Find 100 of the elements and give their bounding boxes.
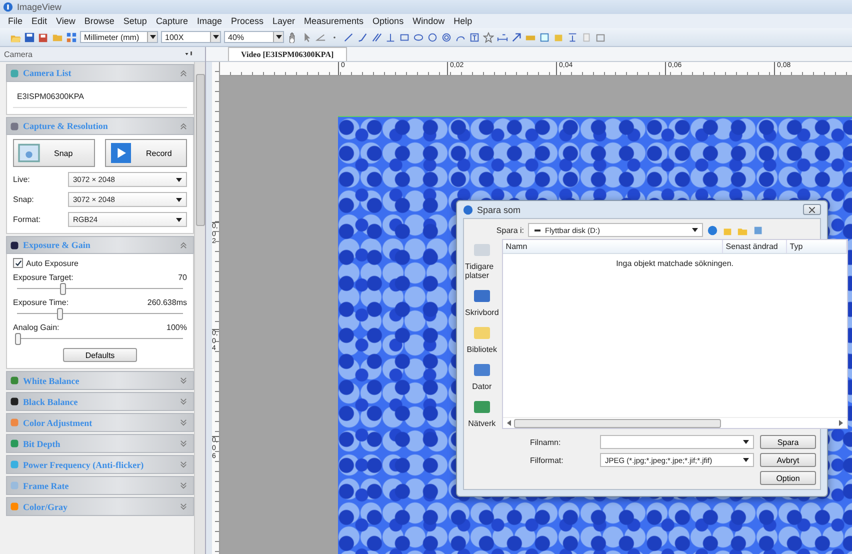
menu-item[interactable]: View [56, 16, 76, 26]
polyline-icon[interactable] [357, 32, 368, 42]
menu-item[interactable]: Capture [156, 16, 188, 26]
caret-icon [276, 35, 282, 39]
section-icon [10, 376, 19, 385]
place-item[interactable]: Tidigare platser [464, 241, 500, 281]
caret-icon [212, 35, 218, 39]
section-icon [10, 68, 19, 78]
section-icon [10, 397, 19, 406]
slider-thumb[interactable] [15, 333, 21, 345]
section-icon [10, 481, 19, 490]
snap-button[interactable]: Snap [13, 139, 95, 167]
option-button[interactable]: Option [760, 471, 816, 485]
unit-select[interactable]: Millimeter (mm) [80, 31, 158, 43]
dialog-title: Spara som [477, 204, 522, 214]
column-header[interactable]: Namn [502, 240, 723, 253]
caret-icon [176, 178, 182, 182]
menu-item[interactable]: File [8, 16, 23, 26]
caret-icon [743, 458, 749, 462]
field-label: Format: [13, 215, 42, 224]
place-item[interactable]: Nätverk [467, 398, 497, 429]
scroll-right-icon[interactable] [838, 420, 843, 426]
section-icon [10, 502, 19, 511]
empty-message: Inga objekt matchade sökningen. [616, 259, 734, 269]
save-button[interactable]: Spara [760, 435, 816, 449]
panel-title: Camera [4, 50, 32, 58]
expand-chevron-icon[interactable] [180, 377, 187, 384]
menu-item[interactable]: Process [230, 16, 264, 26]
slider-thumb[interactable] [60, 283, 66, 295]
expand-chevron-icon[interactable] [180, 461, 187, 468]
text-box-icon[interactable] [469, 32, 480, 42]
save-all-icon[interactable] [38, 32, 49, 42]
slider-thumb[interactable] [56, 308, 62, 320]
slider-label: Exposure Target: [13, 273, 74, 282]
close-button[interactable] [803, 204, 821, 215]
cancel-button[interactable]: Avbryt [760, 453, 816, 467]
line-icon[interactable] [343, 32, 354, 42]
expand-chevron-icon[interactable] [180, 482, 187, 489]
menu-item[interactable]: Layer [272, 16, 296, 26]
close-icon [809, 206, 815, 212]
zoom-select[interactable]: 40% [224, 31, 284, 43]
camera-icon [18, 143, 40, 163]
menu-item[interactable]: Browse [84, 16, 114, 26]
section-icon [10, 240, 19, 250]
field-label: Filnamn: [530, 438, 562, 446]
checkbox[interactable] [13, 258, 23, 268]
place-item[interactable]: Skrivbord [464, 287, 500, 318]
slider-reading: 260.638ms [147, 298, 187, 307]
collapse-chevron-icon[interactable] [180, 70, 187, 76]
scroll-left-icon[interactable] [506, 420, 511, 426]
app-logo-icon [463, 204, 473, 214]
location-label: Spara i: [495, 226, 524, 234]
star-icon[interactable] [483, 32, 494, 42]
menu-item[interactable]: Measurements [304, 16, 364, 26]
caret-icon [743, 440, 749, 444]
window-icon[interactable] [595, 32, 606, 42]
menu-item[interactable]: Edit [32, 16, 48, 26]
expand-chevron-icon[interactable] [180, 398, 187, 405]
scale-bar-icon[interactable] [497, 32, 508, 42]
scrollbar[interactable] [194, 62, 205, 554]
filename-field[interactable] [600, 435, 754, 449]
field-label: Live: [13, 175, 31, 184]
slider-label: Analog Gain: [13, 323, 60, 332]
column-header[interactable]: Senast ändrad [722, 240, 787, 253]
checkbox-label: Auto Exposure [26, 258, 78, 268]
menu-item[interactable]: Options [372, 16, 404, 26]
app-logo-icon [3, 2, 13, 12]
place-item[interactable]: Dator [470, 361, 493, 392]
caret-icon [176, 198, 182, 202]
concentric-circles-icon[interactable] [441, 32, 452, 42]
menu-item[interactable]: Window [412, 16, 445, 26]
menu-item[interactable]: Setup [123, 16, 147, 26]
expand-chevron-icon[interactable] [180, 503, 187, 510]
save-icon[interactable] [24, 32, 35, 42]
document-tab[interactable]: Video [E3ISPM06300KPA] [228, 47, 347, 61]
ellipse-icon[interactable] [413, 32, 424, 42]
play-icon [110, 143, 132, 163]
window-title: ImageView [17, 2, 62, 12]
column-header[interactable]: Typ [786, 240, 847, 253]
section-icon [10, 418, 19, 427]
expand-chevron-icon[interactable] [180, 440, 187, 447]
perpendicular-icon[interactable] [385, 32, 396, 42]
circle-icon[interactable] [427, 32, 438, 42]
parallel-lines-icon[interactable] [371, 32, 382, 42]
magnification-select[interactable]: 100X [161, 31, 221, 43]
arrow-icon[interactable] [511, 32, 522, 42]
record-button[interactable]: Record [105, 139, 187, 167]
expand-chevron-icon[interactable] [180, 419, 187, 426]
section-icon [10, 439, 19, 448]
collapse-chevron-icon[interactable] [180, 122, 187, 130]
rectangle-icon[interactable] [399, 32, 410, 42]
field-label: Filformat: [530, 456, 564, 464]
collapse-chevron-icon[interactable] [180, 242, 187, 248]
grid-icon[interactable] [66, 32, 77, 42]
place-item[interactable]: Bibliotek [466, 324, 498, 355]
defaults-button[interactable]: Defaults [63, 348, 137, 362]
menu-item[interactable]: Image [196, 16, 222, 26]
horizontal-scrollbar[interactable] [502, 417, 847, 428]
menu-item[interactable]: Help [454, 16, 472, 26]
angle-icon[interactable] [315, 32, 326, 42]
